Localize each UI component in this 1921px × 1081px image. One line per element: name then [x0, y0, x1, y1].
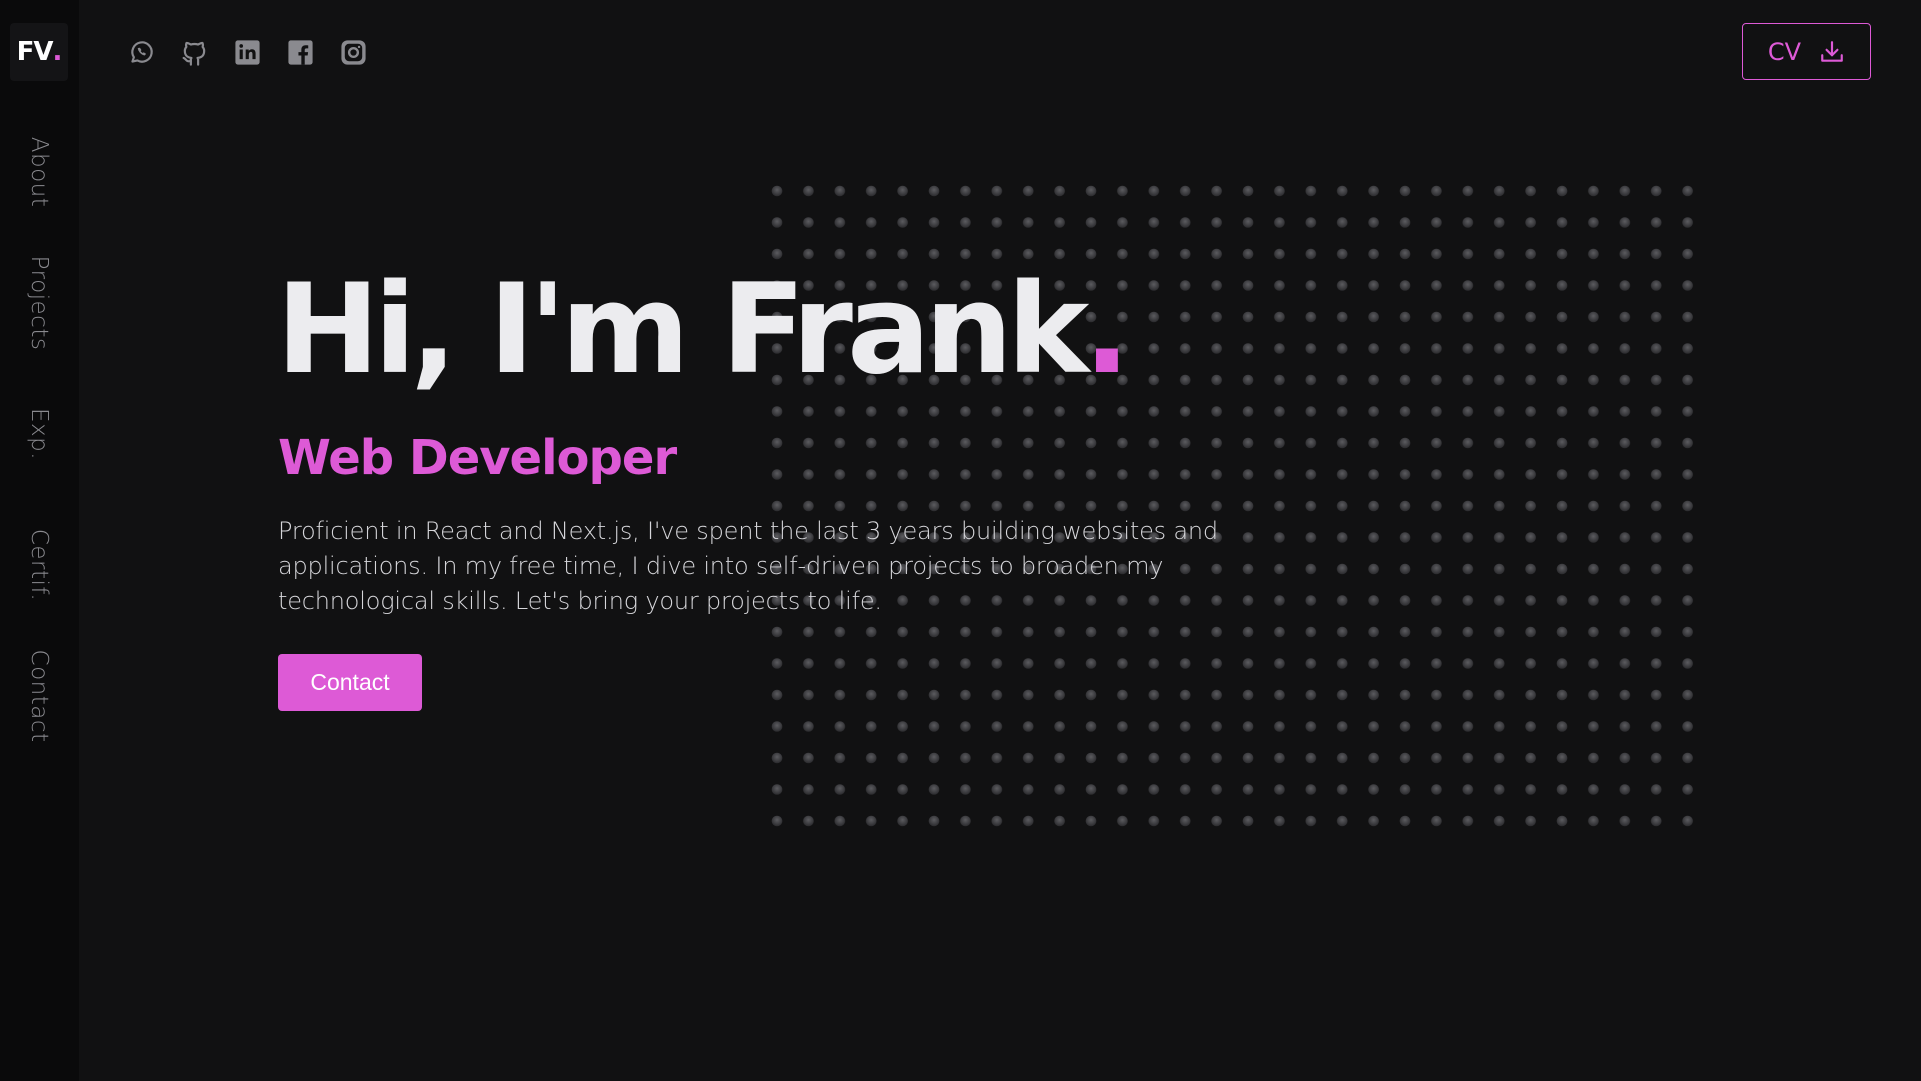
- hero-subtitle: Web Developer: [278, 430, 677, 486]
- nav-item-contact[interactable]: Contact: [26, 650, 52, 743]
- download-icon: [1821, 40, 1843, 62]
- facebook-icon[interactable]: [285, 37, 315, 67]
- sidebar: FV. About Projects Exp. Certif. Contact: [0, 0, 79, 1081]
- hero-title: Hi, I'm Frank.: [276, 268, 1131, 392]
- logo-text: FV: [16, 37, 54, 67]
- hero-title-text: Hi, I'm Frank: [276, 258, 1089, 402]
- whatsapp-icon[interactable]: [126, 37, 156, 67]
- nav-item-projects[interactable]: Projects: [26, 256, 52, 351]
- nav-item-exp[interactable]: Exp.: [26, 408, 52, 460]
- hero-title-dot: .: [1083, 258, 1130, 402]
- linkedin-icon[interactable]: [232, 37, 262, 67]
- social-links: [126, 37, 368, 67]
- cv-label: CV: [1767, 37, 1802, 66]
- instagram-icon[interactable]: [338, 37, 368, 67]
- contact-button[interactable]: Contact: [278, 654, 422, 711]
- nav-item-certif[interactable]: Certif.: [26, 529, 52, 601]
- logo[interactable]: FV.: [10, 23, 68, 81]
- logo-dot: .: [52, 37, 63, 67]
- github-icon[interactable]: [179, 37, 209, 67]
- hero-bio: Proficient in React and Next.js, I've sp…: [278, 517, 1218, 615]
- nav-item-about[interactable]: About: [26, 137, 52, 208]
- cv-download-button[interactable]: CV: [1742, 23, 1871, 80]
